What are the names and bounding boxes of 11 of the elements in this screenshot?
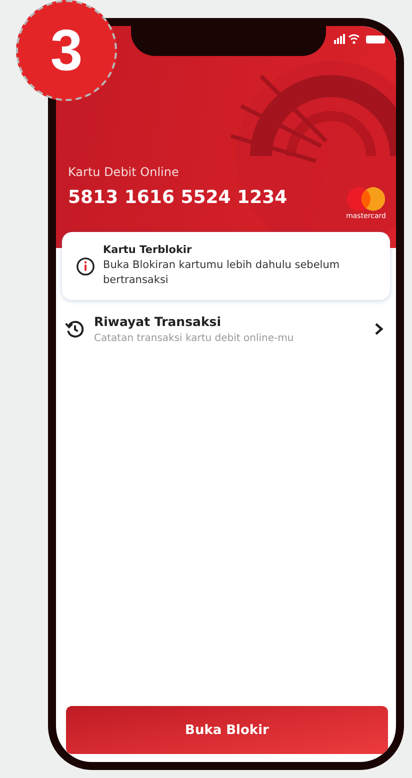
card-label: Kartu Debit Online — [68, 165, 179, 179]
step-badge: 3 — [16, 0, 117, 101]
chevron-right-icon — [374, 322, 384, 336]
menu-item[interactable]: Riwayat Transaksi Catatan transaksi kartu debit online-mu — [56, 300, 396, 344]
unblock-button[interactable]: Buka Blokir — [66, 706, 388, 754]
info-icon — [76, 256, 95, 276]
alert-message: Buka Blokiran kartumu lebih dahulu sebelum bertransaksi — [103, 258, 341, 288]
card-number: 5813 1616 5524 1234 — [68, 187, 288, 208]
history-icon — [64, 318, 86, 340]
status-icons-drawing — [334, 34, 386, 44]
alert-title: Kartu Terblokir — [103, 244, 192, 256]
